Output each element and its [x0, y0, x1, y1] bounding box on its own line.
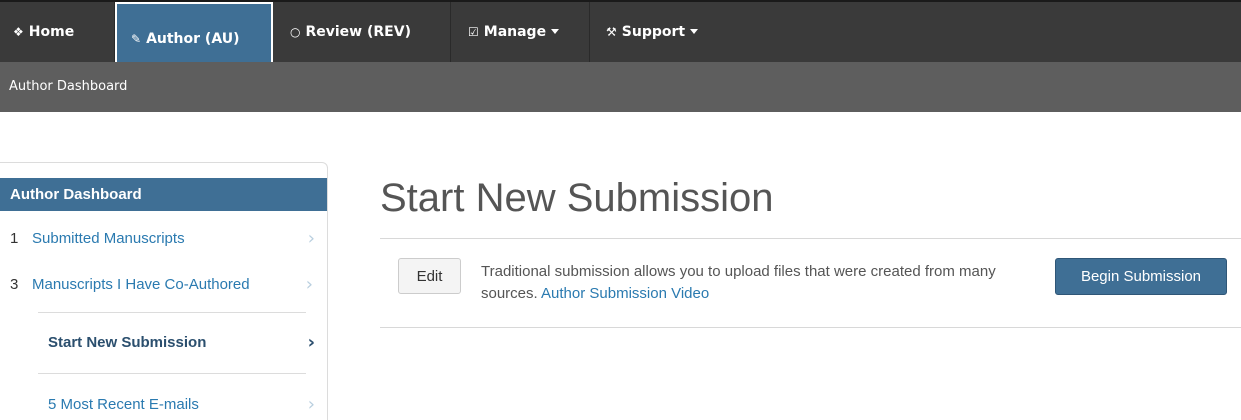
home-icon: ❖: [13, 25, 24, 39]
nav-support-dropdown[interactable]: ⚒ Support: [590, 2, 730, 64]
sidebar-item-submitted-manuscripts[interactable]: 1 Submitted Manuscripts ›: [0, 228, 327, 270]
sidebar-item-label[interactable]: 5 Most Recent E-mails: [48, 396, 199, 413]
nav-manage-dropdown[interactable]: ☑ Manage: [451, 2, 590, 64]
sidebar-item-count: 3: [10, 276, 19, 293]
sidebar: Author Dashboard 1 Submitted Manuscripts…: [0, 162, 328, 420]
nav-author-label: Author (AU): [146, 31, 240, 47]
chevron-right-icon: ›: [307, 332, 315, 353]
divider: [380, 327, 1241, 328]
chevron-right-icon: ›: [307, 394, 315, 415]
edit-button[interactable]: Edit: [398, 258, 461, 294]
sidebar-item-label[interactable]: Start New Submission: [48, 334, 206, 351]
divider: [38, 373, 306, 374]
nav-manage-label: Manage: [483, 24, 547, 40]
chevron-right-icon: ›: [305, 274, 313, 295]
nav-home-label: Home: [28, 24, 75, 40]
divider: [38, 312, 306, 313]
breadcrumb-bar: Author Dashboard: [0, 62, 1241, 112]
nav-review-label: Review (REV): [305, 24, 411, 40]
checkbox-icon: ☑: [468, 25, 479, 39]
caret-down-icon: [690, 29, 699, 34]
breadcrumb-title: Author Dashboard: [9, 79, 128, 94]
sidebar-item-count: 1: [10, 230, 19, 247]
sidebar-item-co-authored[interactable]: 3 Manuscripts I Have Co-Authored ›: [0, 274, 327, 316]
nav-review[interactable]: ○ Review (REV): [273, 2, 451, 64]
sidebar-item-label[interactable]: Manuscripts I Have Co-Authored: [32, 276, 250, 293]
nav-home[interactable]: ❖ Home: [0, 2, 115, 64]
wrench-icon: ⚒: [606, 25, 617, 39]
top-navbar: ❖ Home ✎ Author (AU) ○ Review (REV) ☑ Manage…: [0, 0, 1241, 64]
page-title: Start New Submission: [380, 176, 774, 220]
sidebar-item-start-new-submission[interactable]: Start New Submission ›: [0, 332, 327, 374]
divider: [380, 238, 1241, 239]
sidebar-item-recent-emails[interactable]: 5 Most Recent E-mails ›: [0, 394, 327, 420]
chevron-right-icon: ›: [307, 228, 315, 249]
begin-submission-button[interactable]: Begin Submission: [1055, 258, 1227, 295]
sidebar-heading: Author Dashboard: [0, 178, 327, 211]
sidebar-item-label[interactable]: Submitted Manuscripts: [32, 230, 185, 247]
nav-support-label: Support: [621, 24, 686, 40]
author-submission-video-link[interactable]: Author Submission Video: [541, 285, 709, 302]
caret-down-icon: [551, 29, 560, 34]
pencil-icon: ✎: [131, 32, 142, 46]
speech-bubble-icon: ○: [290, 25, 301, 39]
submission-description: Traditional submission allows you to upl…: [481, 261, 1021, 305]
nav-author[interactable]: ✎ Author (AU): [115, 2, 273, 64]
